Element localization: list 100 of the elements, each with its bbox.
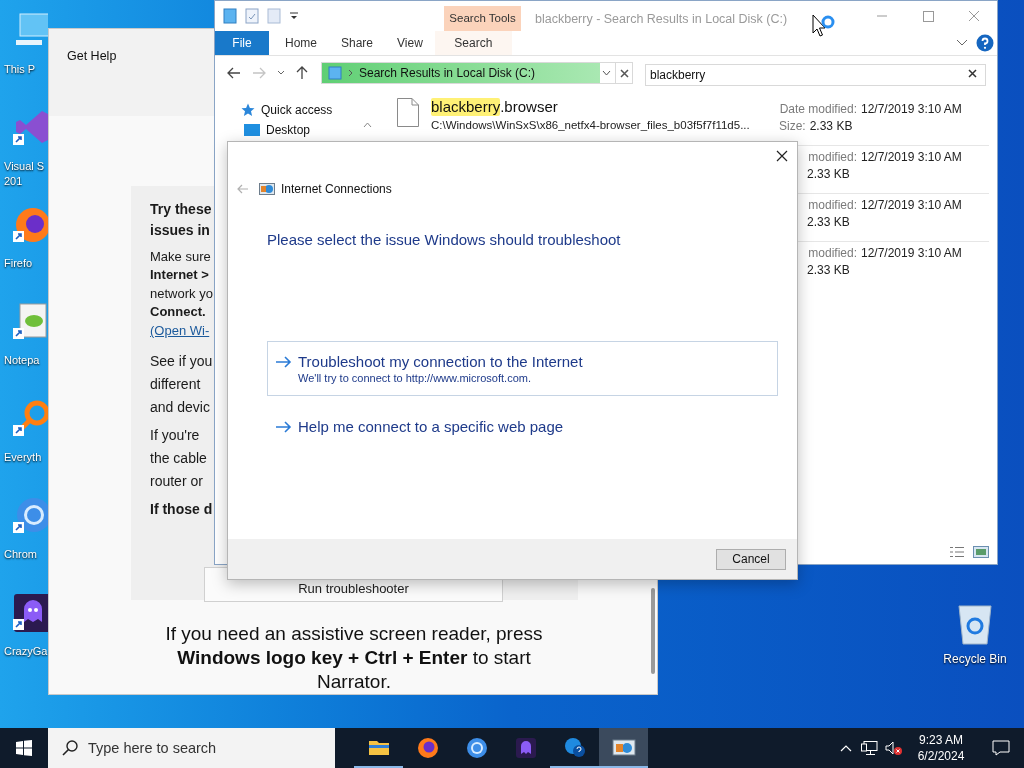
icon-label: Firefo (3, 256, 33, 271)
address-dropdown-icon[interactable] (602, 70, 611, 76)
date-text: 6/2/2024 (917, 748, 965, 764)
up-icon[interactable] (296, 66, 308, 80)
file-path: C:\Windows\WinSxS\x86_netfx4-browser_files_b03f5f7f11d5... (431, 118, 750, 133)
text-line: issues in (150, 220, 210, 240)
text-line: Make sure (150, 247, 211, 266)
option-title: Help me connect to a specific web page (298, 416, 564, 436)
icon-label: Notepa (3, 353, 40, 368)
context-tab-label: Search Tools (449, 10, 516, 26)
ghost-logo-icon (513, 736, 538, 760)
scrollbar[interactable] (651, 588, 655, 674)
star-icon (241, 103, 255, 117)
dialog-title: Internet Connections (281, 181, 392, 198)
cancel-button[interactable]: Cancel (716, 548, 786, 570)
ribbon-tab[interactable]: File (215, 31, 269, 55)
file-icon (397, 98, 419, 127)
size-value: 2.33 KB (806, 262, 850, 279)
text-line: the cable (150, 449, 207, 469)
icon-label: Visual S (3, 159, 45, 174)
file-name[interactable]: .browser (500, 98, 558, 116)
taskbar-app-button[interactable] (599, 728, 648, 768)
windows-logo-icon (16, 740, 32, 756)
icon-label: Chrom (3, 547, 37, 562)
text-line: If those d (150, 500, 213, 520)
ribbon-tab[interactable]: Search (434, 31, 512, 55)
search-field[interactable]: blackberry (645, 64, 986, 86)
arrow-right-icon (275, 355, 292, 368)
text-line: Try these (150, 199, 212, 219)
ribbon-tab[interactable]: Share (333, 31, 382, 55)
date-label: modified: (808, 245, 857, 262)
text-line: different (150, 375, 201, 395)
narrator-hint: If you need an assistive screen reader, press Windows logo key + Ctrl + Enter to start Narrator. (164, 622, 544, 694)
nav-item[interactable]: Quick access (261, 103, 333, 117)
date-value: 12/7/2019 3:10 AM (861, 197, 962, 214)
text-line: network yo (150, 284, 213, 303)
icon-label: CrazyGa (3, 644, 48, 659)
details-view-icon[interactable] (949, 546, 965, 558)
option-title: Troubleshoot my connection to the Internet (298, 351, 583, 371)
icon-label: 201 (3, 174, 23, 189)
size-value: 2.33 KB (806, 166, 850, 183)
expand-ribbon-icon[interactable] (956, 39, 968, 47)
date-value: 12/7/2019 3:10 AM (861, 101, 962, 118)
clock[interactable]: 9:23 AM 6/2/2024 (906, 732, 976, 764)
help-icon[interactable] (976, 34, 994, 52)
ghost-logo-icon[interactable] (12, 592, 48, 634)
close-icon (619, 68, 629, 78)
recent-locations-icon[interactable] (277, 70, 285, 76)
icon-label: This P (3, 62, 36, 77)
link[interactable]: (Open Wi- (150, 321, 210, 341)
troubleshoot-option[interactable]: Troubleshoot my connection to the Internet We'll try to connect to http://www.microsoft.com. (267, 340, 778, 396)
icon-label: Everyth (3, 450, 42, 465)
text-line: and devic (150, 398, 210, 418)
time-text: 9:23 AM (919, 732, 963, 748)
date-label: modified: (808, 149, 857, 166)
window-title: blackberry - Search Results in Local Disk (C:) (535, 11, 788, 28)
network-globe-icon (259, 182, 275, 196)
large-icons-view-icon[interactable] (973, 546, 989, 558)
text-line: See if you (150, 352, 213, 372)
chevron-up-icon[interactable] (840, 744, 852, 752)
ribbon-tab[interactable]: Home (277, 31, 325, 55)
text-line: Connect. (150, 303, 206, 322)
notification-icon[interactable] (992, 740, 1010, 756)
size-value: 2.33 KB (809, 118, 853, 135)
search-icon (62, 740, 78, 756)
scroll-up-icon[interactable] (363, 122, 372, 128)
text-line: If you're (150, 426, 200, 446)
dialog-heading: Please select the issue Windows should troubleshoot (267, 230, 621, 250)
icon-label: Recycle Bin (943, 651, 1007, 668)
fox-globe-icon (415, 736, 440, 760)
clear-search-icon[interactable] (968, 69, 977, 78)
text-line: Internet > (150, 266, 209, 285)
address-text: Search Results in Local Disk (C:) (359, 65, 536, 82)
stop-search-button[interactable] (616, 62, 633, 84)
troubleshoot-option[interactable]: Help me connect to a specific web page (267, 405, 778, 447)
close-icon[interactable] (776, 150, 788, 162)
arrow-right-icon (275, 420, 292, 433)
address-bar[interactable]: Search Results in Local Disk (C:) (321, 62, 616, 84)
customize-dropdown-icon[interactable] (289, 10, 299, 22)
date-label: modified: (808, 197, 857, 214)
text-line: router or (150, 472, 203, 492)
nav-item[interactable]: Desktop (266, 123, 311, 137)
network-icon[interactable] (861, 740, 879, 756)
option-description: We'll try to connect to http://www.microsoft.com. (298, 370, 532, 385)
volume-muted-icon[interactable] (885, 740, 903, 756)
taskbar-search-field[interactable]: Type here to search (48, 728, 335, 768)
breadcrumb-chevron-icon (348, 69, 353, 77)
help-bubble-icon (562, 736, 587, 760)
search-match-highlight: blackberry (431, 98, 501, 116)
ring-logo-icon (464, 736, 489, 760)
size-value: 2.33 KB (806, 214, 850, 231)
date-label: Date modified: (779, 101, 857, 118)
date-value: 12/7/2019 3:10 AM (861, 149, 962, 166)
ribbon-tab[interactable]: View (389, 31, 431, 55)
window-title: Get Help (67, 49, 117, 63)
back-icon[interactable] (227, 67, 241, 79)
checked-document-icon[interactable] (245, 8, 259, 24)
size-label: Size: (779, 118, 806, 135)
date-value: 12/7/2019 3:10 AM (861, 245, 962, 262)
folder-icon (244, 124, 260, 136)
